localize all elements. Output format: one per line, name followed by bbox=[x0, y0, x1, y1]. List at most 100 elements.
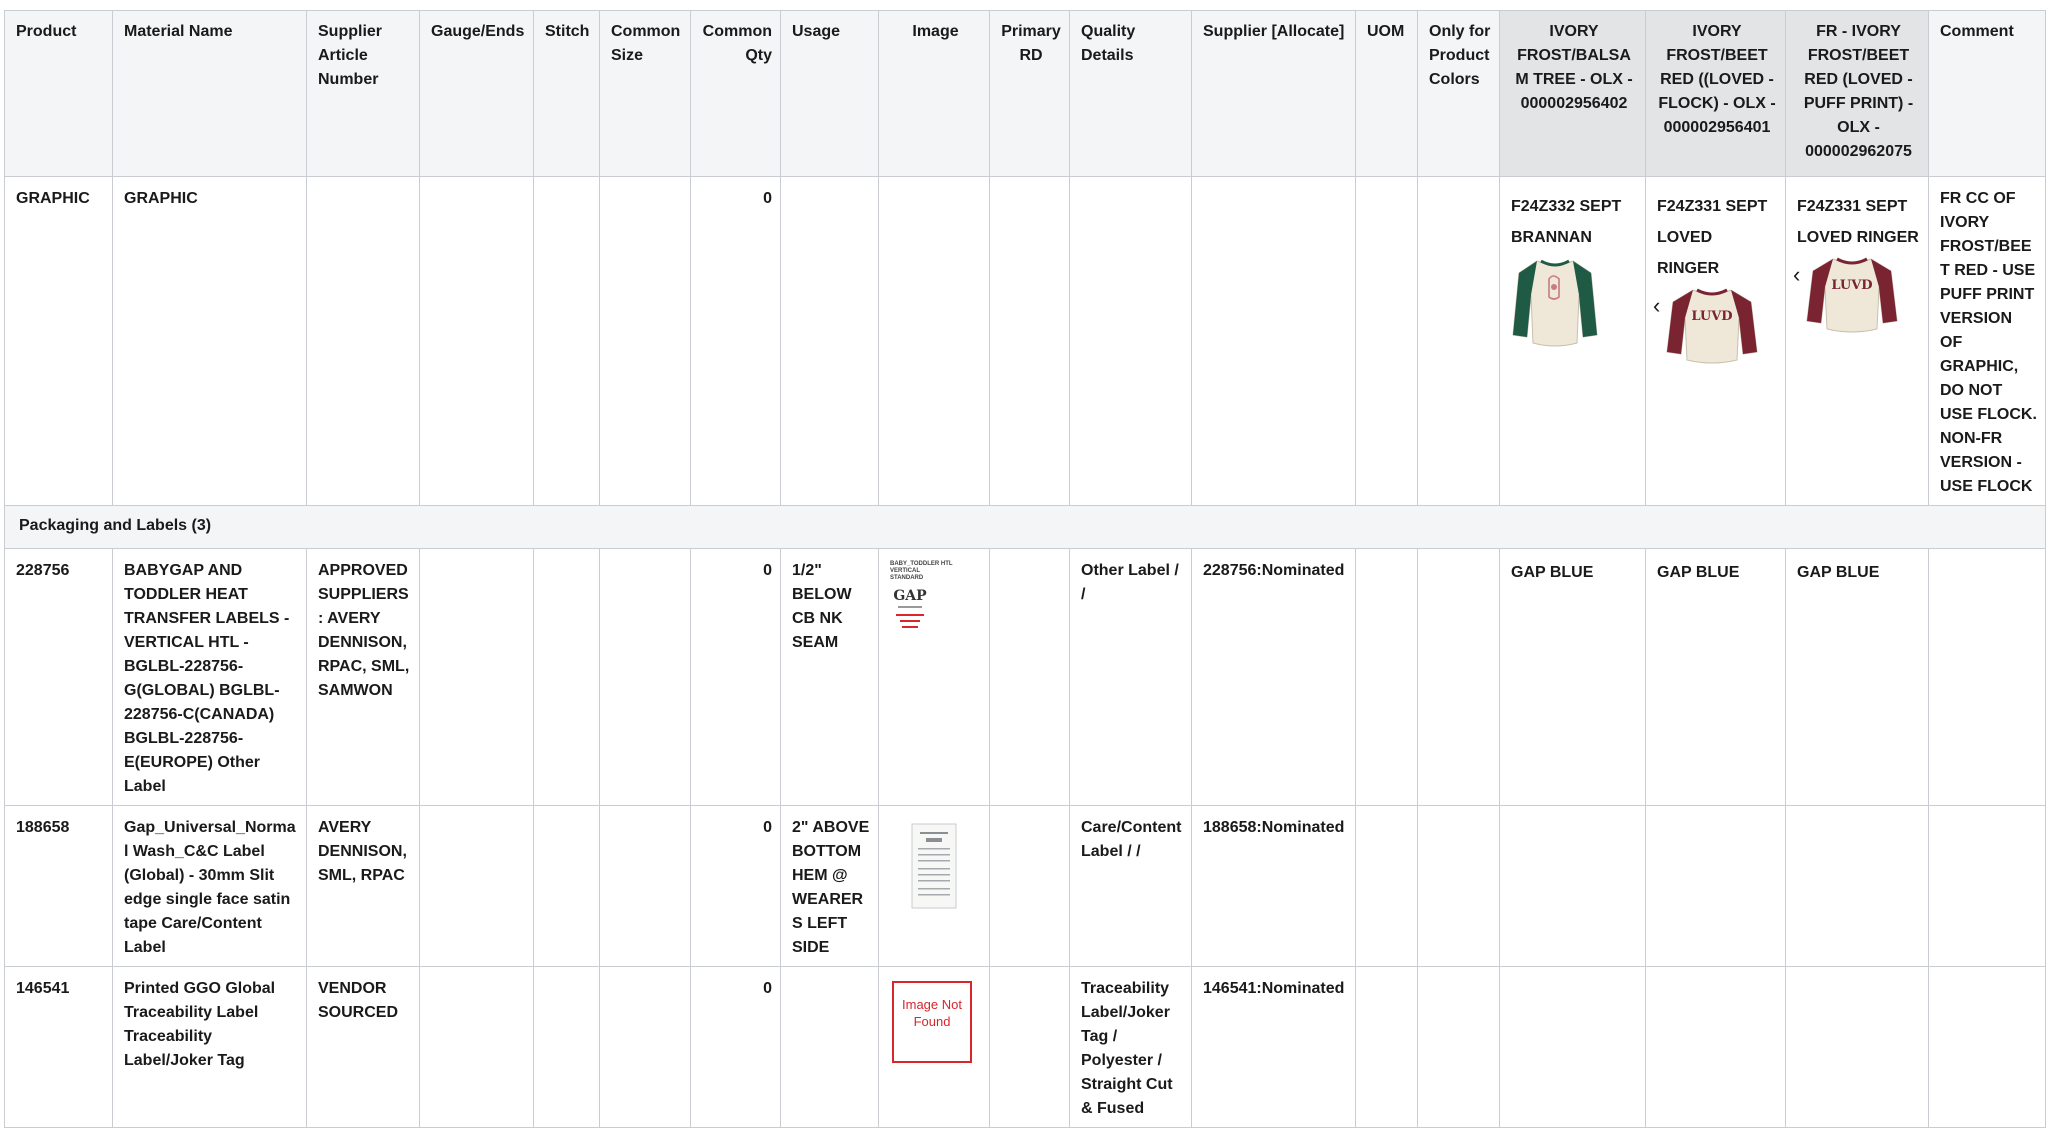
color-value: GAP BLUE bbox=[1511, 564, 1594, 581]
graphic-code: F24Z331 SEPT bbox=[1657, 198, 1768, 215]
cell-colorway-beet-red-flock[interactable]: F24Z331 SEPT LOVED RINGER ‹ LUVD bbox=[1645, 176, 1786, 506]
cell-quality-details bbox=[1069, 176, 1192, 506]
header-comment[interactable]: Comment bbox=[1928, 10, 2046, 177]
cell-image bbox=[878, 805, 990, 967]
cell-material-name: Printed GGO Global Traceability Label Tr… bbox=[112, 966, 307, 1128]
header-colorway-beet-red-flock[interactable]: IVORY FROST/BEET RED ((LOVED - FLOCK) - … bbox=[1645, 10, 1786, 177]
shirt-thumbnail-beet-flock[interactable]: LUVD bbox=[1657, 286, 1767, 372]
cell-colorway-beet-red-flock[interactable]: GAP BLUE bbox=[1645, 548, 1786, 806]
cell-quality-details: Care/Content Label / / bbox=[1069, 805, 1192, 967]
cell-colorway-beet-red-puff[interactable]: GAP BLUE bbox=[1785, 548, 1929, 806]
cell-colorway-balsam-tree[interactable]: F24Z332 SEPT BRANNAN bbox=[1499, 176, 1646, 506]
shirt-graphic-text: LUVD bbox=[1831, 278, 1872, 293]
header-common-size[interactable]: Common Size bbox=[599, 10, 691, 177]
header-material-name[interactable]: Material Name bbox=[112, 10, 307, 177]
cell-image: Image Not Found bbox=[878, 966, 990, 1128]
cell-colorway-beet-red-flock[interactable] bbox=[1645, 966, 1786, 1128]
thumb-brand-text: GAP bbox=[893, 588, 927, 604]
table-row-graphic[interactable]: GRAPHIC GRAPHIC 0 F24Z332 SEPT BRANNAN F… bbox=[4, 176, 2046, 506]
cell-colorway-beet-red-flock[interactable] bbox=[1645, 805, 1786, 967]
cell-product: 146541 bbox=[4, 966, 113, 1128]
cell-only-for-product-colors bbox=[1417, 548, 1500, 806]
label-thumbnail-htl[interactable]: BABY_TODDLER HTL VERTICAL STANDARD GAP bbox=[890, 561, 954, 651]
cell-usage: 1/2" BELOW CB NK SEAM bbox=[780, 548, 879, 806]
image-not-found-placeholder[interactable]: Image Not Found bbox=[892, 981, 972, 1063]
header-stitch[interactable]: Stitch bbox=[533, 10, 600, 177]
graphic-code: F24Z332 SEPT bbox=[1511, 198, 1622, 215]
cell-usage bbox=[780, 966, 879, 1128]
cell-stitch bbox=[533, 805, 600, 967]
cell-colorway-beet-red-puff[interactable]: F24Z331 SEPT LOVED RINGER ‹ LUVD bbox=[1785, 176, 1929, 506]
cell-primary-rd bbox=[989, 966, 1070, 1128]
carousel-prev-icon[interactable]: ‹ bbox=[1793, 263, 1800, 287]
header-image[interactable]: Image bbox=[878, 10, 990, 177]
care-label-thumbnail[interactable] bbox=[890, 816, 970, 912]
thumb-title: BABY_TODDLER HTL VERTICAL STANDARD bbox=[890, 561, 953, 581]
color-value: GAP BLUE bbox=[1657, 564, 1740, 581]
cell-stitch bbox=[533, 176, 600, 506]
cell-supplier-article-number: AVERY DENNISON, SML, RPAC bbox=[306, 805, 420, 967]
cell-common-size bbox=[599, 966, 691, 1128]
header-colorway-beet-red-puff[interactable]: FR - IVORY FROST/BEET RED (LOVED - PUFF … bbox=[1785, 10, 1929, 177]
header-gauge-ends[interactable]: Gauge/Ends bbox=[419, 10, 534, 177]
cell-product: 188658 bbox=[4, 805, 113, 967]
cell-common-size bbox=[599, 805, 691, 967]
cell-stitch bbox=[533, 966, 600, 1128]
cell-supplier-article-number bbox=[306, 176, 420, 506]
cell-gauge-ends bbox=[419, 548, 534, 806]
table-row[interactable]: 228756 BABYGAP AND TODDLER HEAT TRANSFER… bbox=[4, 548, 2046, 806]
cell-supplier-allocate: 188658:Nominated bbox=[1191, 805, 1356, 967]
cell-colorway-balsam-tree[interactable]: GAP BLUE bbox=[1499, 548, 1646, 806]
cell-only-for-product-colors bbox=[1417, 176, 1500, 506]
cell-supplier-article-number: APPROVED SUPPLIERS: AVERY DENNISON, RPAC… bbox=[306, 548, 420, 806]
cell-material-name: Gap_Universal_Normal Wash_C&C Label (Glo… bbox=[112, 805, 307, 967]
cell-image bbox=[878, 176, 990, 506]
graphic-name: LOVED RINGER bbox=[1797, 229, 1919, 246]
bom-table-container: Product Material Name Supplier Article N… bbox=[4, 10, 2046, 1128]
cell-material-name: BABYGAP AND TODDLER HEAT TRANSFER LABELS… bbox=[112, 548, 307, 806]
cell-primary-rd bbox=[989, 548, 1070, 806]
header-uom[interactable]: UOM bbox=[1355, 10, 1418, 177]
header-supplier-article-number[interactable]: Supplier Article Number bbox=[306, 10, 420, 177]
cell-uom bbox=[1355, 548, 1418, 806]
cell-colorway-balsam-tree[interactable] bbox=[1499, 805, 1646, 967]
header-row: Product Material Name Supplier Article N… bbox=[4, 10, 2046, 177]
cell-quality-details: Traceability Label/Joker Tag / Polyester… bbox=[1069, 966, 1192, 1128]
cell-image: BABY_TODDLER HTL VERTICAL STANDARD GAP bbox=[878, 548, 990, 806]
cell-supplier-article-number: VENDOR SOURCED bbox=[306, 966, 420, 1128]
shirt-thumbnail-balsam[interactable] bbox=[1511, 255, 1599, 351]
cell-only-for-product-colors bbox=[1417, 805, 1500, 967]
cell-colorway-beet-red-puff[interactable] bbox=[1785, 966, 1929, 1128]
header-common-qty[interactable]: Common Qty bbox=[690, 10, 781, 177]
cell-primary-rd bbox=[989, 805, 1070, 967]
cell-common-size bbox=[599, 176, 691, 506]
section-label[interactable]: Packaging and Labels (3) bbox=[4, 505, 2046, 549]
header-quality-details[interactable]: Quality Details bbox=[1069, 10, 1192, 177]
cell-gauge-ends bbox=[419, 176, 534, 506]
cell-quality-details: Other Label / / bbox=[1069, 548, 1192, 806]
section-row-packaging-labels[interactable]: Packaging and Labels (3) bbox=[4, 505, 2046, 549]
cell-colorway-balsam-tree[interactable] bbox=[1499, 966, 1646, 1128]
cell-stitch bbox=[533, 548, 600, 806]
cell-supplier-allocate: 146541:Nominated bbox=[1191, 966, 1356, 1128]
cell-product: 228756 bbox=[4, 548, 113, 806]
header-primary-rd[interactable]: Primary RD bbox=[989, 10, 1070, 177]
carousel-prev-icon[interactable]: ‹ bbox=[1653, 294, 1660, 318]
cell-comment bbox=[1928, 805, 2046, 967]
header-product[interactable]: Product bbox=[4, 10, 113, 177]
shirt-graphic-text: LUVD bbox=[1691, 309, 1732, 324]
cell-common-size bbox=[599, 548, 691, 806]
header-usage[interactable]: Usage bbox=[780, 10, 879, 177]
shirt-thumbnail-beet-puff[interactable]: LUVD bbox=[1797, 255, 1907, 341]
header-only-for-product-colors[interactable]: Only for Product Colors bbox=[1417, 10, 1500, 177]
cell-usage bbox=[780, 176, 879, 506]
header-supplier-allocate[interactable]: Supplier [Allocate] bbox=[1191, 10, 1356, 177]
table-row[interactable]: 146541 Printed GGO Global Traceability L… bbox=[4, 966, 2046, 1128]
cell-comment bbox=[1928, 966, 2046, 1128]
thumb-label-art bbox=[896, 606, 924, 628]
header-colorway-balsam-tree[interactable]: IVORY FROST/BALSAM TREE - OLX - 00000295… bbox=[1499, 10, 1646, 177]
table-row[interactable]: 188658 Gap_Universal_Normal Wash_C&C Lab… bbox=[4, 805, 2046, 967]
cell-colorway-beet-red-puff[interactable] bbox=[1785, 805, 1929, 967]
cell-gauge-ends bbox=[419, 966, 534, 1128]
cell-comment: FR CC OF IVORY FROST/BEET RED - USE PUFF… bbox=[1928, 176, 2046, 506]
